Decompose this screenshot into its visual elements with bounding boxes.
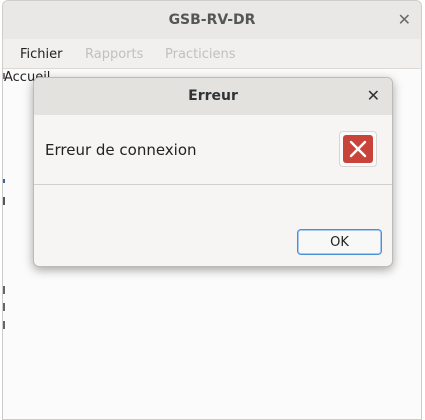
content-fragment — [3, 73, 5, 79]
error-icon-frame — [339, 131, 377, 167]
dialog-title: Erreur — [188, 88, 238, 104]
menu-bar: Fichier Rapports Practiciens — [3, 39, 421, 69]
menu-practiciens: Practiciens — [165, 47, 236, 62]
dialog-titlebar[interactable]: Erreur ✕ — [34, 78, 392, 116]
error-dialog: Erreur ✕ Erreur de connexion OK — [33, 77, 393, 267]
content-fragment — [3, 179, 5, 183]
close-icon: ✕ — [366, 86, 380, 105]
menu-fichier[interactable]: Fichier — [20, 47, 63, 62]
ok-button[interactable]: OK — [297, 229, 382, 255]
error-icon — [343, 135, 373, 163]
dialog-close-button[interactable]: ✕ — [367, 86, 380, 105]
content-fragment — [3, 303, 5, 311]
content-fragment — [3, 286, 5, 294]
content-fragment — [3, 321, 5, 329]
close-icon: ✕ — [397, 10, 411, 29]
window-titlebar[interactable]: GSB-RV-DR ✕ — [3, 1, 421, 40]
dialog-message: Erreur de connexion — [45, 141, 197, 159]
dialog-header: Erreur de connexion — [34, 115, 392, 185]
window-close-button[interactable]: ✕ — [398, 10, 411, 29]
window-title: GSB-RV-DR — [168, 12, 256, 28]
content-fragment — [3, 197, 5, 205]
error-x-icon — [349, 140, 367, 158]
menu-rapports: Rapports — [85, 47, 144, 62]
